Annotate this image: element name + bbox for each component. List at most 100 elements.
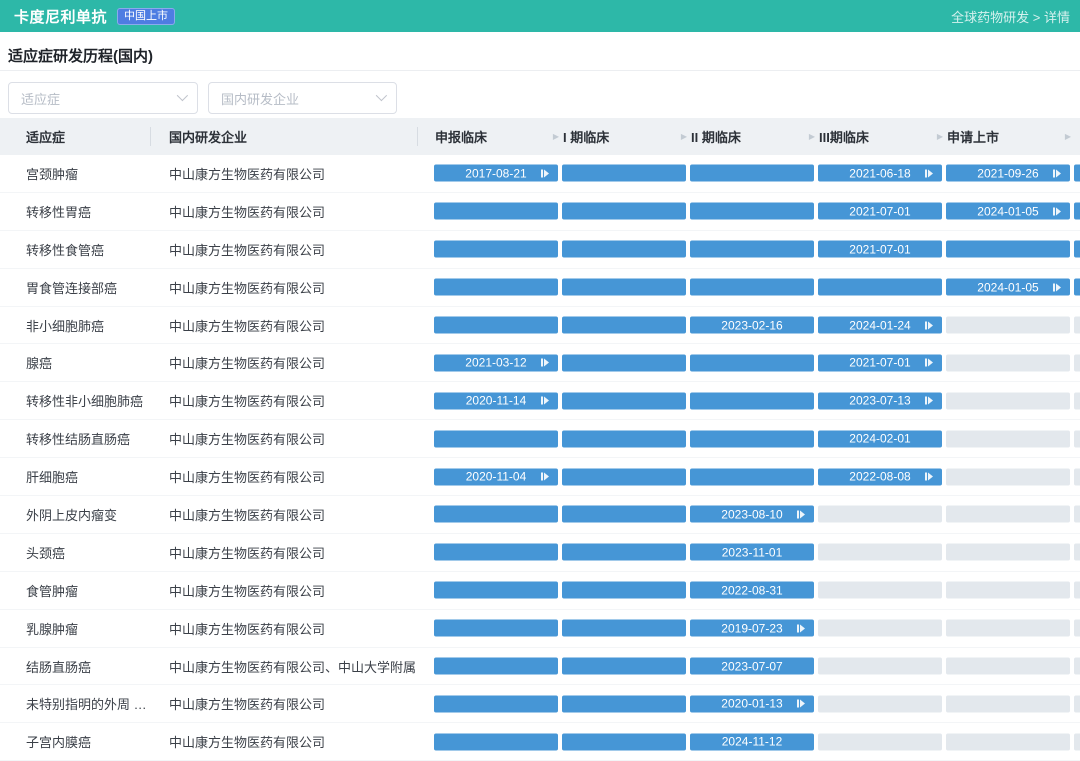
phase-bar[interactable]	[562, 695, 686, 712]
phase-bar[interactable]: 2019-07-23	[690, 620, 814, 637]
phase-bar[interactable]	[690, 279, 814, 296]
expand-icon[interactable]	[541, 473, 549, 481]
company-cell: 中山康方生物医药有限公司	[150, 505, 417, 524]
phase-bar[interactable]	[690, 468, 814, 485]
phase-bar[interactable]	[562, 658, 686, 675]
phase-bar[interactable]: 2024-01-05	[946, 203, 1070, 220]
phase-bar[interactable]	[690, 392, 814, 409]
phase-bar[interactable]	[562, 430, 686, 447]
phase-bars: 2021-07-012024-01-05	[434, 203, 1080, 220]
expand-icon[interactable]	[925, 473, 933, 481]
indication-cell: 腺癌	[0, 353, 150, 372]
phase-bar[interactable]: 2023-02-16	[690, 317, 814, 334]
phase-bar[interactable]	[1074, 203, 1080, 220]
phase-bar[interactable]: 2021-09-26	[946, 165, 1070, 182]
phase-bar[interactable]	[1074, 279, 1080, 296]
phase-bars: 2024-11-12	[434, 733, 1080, 750]
phase-bar[interactable]: 2022-08-08	[818, 468, 942, 485]
phase-bars: 2023-02-162024-01-24	[434, 317, 1080, 334]
expand-icon[interactable]	[541, 359, 549, 367]
phase-bar[interactable]: 2024-02-01	[818, 430, 942, 447]
phase-bar[interactable]	[434, 544, 558, 561]
phase-bar[interactable]	[562, 582, 686, 599]
indication-cell: 转移性食管癌	[0, 240, 150, 259]
phase-bar[interactable]: 2017-08-21	[434, 165, 558, 182]
phase-bar[interactable]	[434, 203, 558, 220]
company-filter-select[interactable]: 国内研发企业	[208, 82, 397, 114]
phase-date: 2020-11-04	[466, 471, 527, 483]
phase-header-row: 申报临床▶I 期临床▶II 期临床▶III期临床▶申请上市▶▶	[434, 118, 1080, 155]
breadcrumb[interactable]: 全球药物研发 > 详情	[951, 7, 1070, 26]
phase-bar[interactable]	[562, 506, 686, 523]
expand-icon[interactable]	[925, 321, 933, 329]
phase-bar[interactable]: 2024-01-24	[818, 317, 942, 334]
expand-icon[interactable]	[541, 169, 549, 177]
phase-bar[interactable]	[690, 241, 814, 258]
phase-bar[interactable]	[434, 506, 558, 523]
phase-bar[interactable]	[562, 392, 686, 409]
phase-bar[interactable]	[690, 354, 814, 371]
indication-cell: 子宫内膜癌	[0, 732, 150, 751]
phase-bar[interactable]	[690, 203, 814, 220]
indication-filter-select[interactable]: 适应症	[8, 82, 198, 114]
phase-bar[interactable]: 2023-07-13	[818, 392, 942, 409]
table-row: 食管肿瘤 中山康方生物医药有限公司 2022-08-31	[0, 572, 1080, 610]
phase-bar[interactable]	[562, 620, 686, 637]
phase-bar[interactable]: 2021-07-01	[818, 241, 942, 258]
phase-bar[interactable]: 2023-08-10	[690, 506, 814, 523]
phase-bar	[946, 506, 1070, 523]
expand-icon[interactable]	[925, 169, 933, 177]
expand-icon[interactable]	[541, 397, 549, 405]
phase-bar[interactable]: 2021-07-01	[818, 203, 942, 220]
phase-bar[interactable]: 2021-07-01	[818, 354, 942, 371]
table-row: 结肠直肠癌 中山康方生物医药有限公司、中山大学附属… 2023-07-07	[0, 648, 1080, 686]
phase-bar[interactable]: 2022-08-31	[690, 582, 814, 599]
expand-icon[interactable]	[1053, 207, 1061, 215]
phase-bar[interactable]: 2021-03-12	[434, 354, 558, 371]
phase-bar[interactable]: 2020-11-14	[434, 392, 558, 409]
phase-bar[interactable]	[434, 620, 558, 637]
phase-bar[interactable]: 2024-01-05	[946, 279, 1070, 296]
phase-bar[interactable]	[1074, 165, 1080, 182]
expand-icon[interactable]	[797, 700, 805, 708]
phase-bar[interactable]	[818, 279, 942, 296]
phase-bar[interactable]	[562, 203, 686, 220]
expand-icon[interactable]	[797, 624, 805, 632]
phase-bar	[946, 695, 1070, 712]
phase-bar[interactable]	[562, 317, 686, 334]
phase-bar[interactable]	[1074, 241, 1080, 258]
phase-bar[interactable]: 2023-07-07	[690, 658, 814, 675]
expand-icon[interactable]	[797, 510, 805, 518]
phase-bar[interactable]: 2023-11-01	[690, 544, 814, 561]
expand-icon[interactable]	[1053, 169, 1061, 177]
phase-bar[interactable]	[434, 658, 558, 675]
phase-bar[interactable]	[434, 695, 558, 712]
phase-bar[interactable]: 2020-01-13	[690, 695, 814, 712]
phase-bar[interactable]	[946, 241, 1070, 258]
phase-bar[interactable]	[690, 430, 814, 447]
phase-bar[interactable]: 2021-06-18	[818, 165, 942, 182]
phase-bar[interactable]	[434, 430, 558, 447]
phase-bar[interactable]	[562, 165, 686, 182]
phase-bar[interactable]	[562, 241, 686, 258]
phase-bar[interactable]	[434, 279, 558, 296]
company-cell: 中山康方生物医药有限公司	[150, 732, 417, 751]
phase-arrow-icon: ▶	[681, 133, 687, 141]
phase-bar[interactable]	[434, 317, 558, 334]
table-row: 宫颈肿瘤 中山康方生物医药有限公司 2017-08-212021-06-1820…	[0, 155, 1080, 193]
phase-bar[interactable]	[562, 354, 686, 371]
phase-bar	[818, 582, 942, 599]
phase-bar[interactable]	[562, 544, 686, 561]
phase-bar[interactable]: 2024-11-12	[690, 733, 814, 750]
phase-bar[interactable]	[562, 279, 686, 296]
expand-icon[interactable]	[1053, 283, 1061, 291]
phase-bar[interactable]: 2020-11-04	[434, 468, 558, 485]
phase-bar[interactable]	[434, 582, 558, 599]
phase-bar[interactable]	[562, 468, 686, 485]
phase-bar[interactable]	[690, 165, 814, 182]
phase-bar[interactable]	[562, 733, 686, 750]
expand-icon[interactable]	[925, 359, 933, 367]
phase-bar[interactable]	[434, 241, 558, 258]
phase-bar[interactable]	[434, 733, 558, 750]
expand-icon[interactable]	[925, 397, 933, 405]
